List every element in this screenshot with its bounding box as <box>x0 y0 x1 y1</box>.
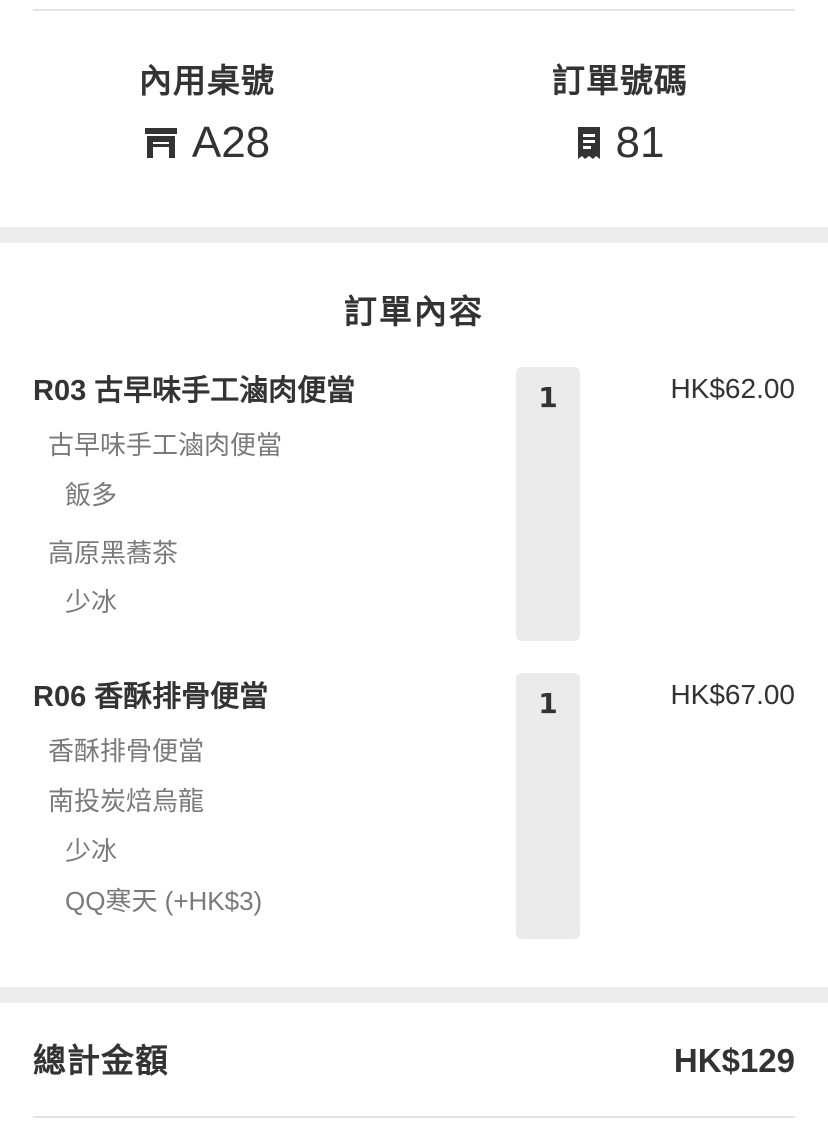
total-row: 總計金額 HK$129 <box>0 1003 828 1117</box>
order-item[interactable]: R06 香酥排骨便當 1 HK$67.00 香酥排骨便當 南投炭焙烏龍 少冰 Q… <box>0 673 828 939</box>
table-number-label: 內用桌號 <box>139 61 275 100</box>
quantity-box: 1 <box>516 673 580 939</box>
item-price: HK$67.00 <box>670 679 795 710</box>
quantity-box: 1 <box>516 367 580 641</box>
item-quantity: 1 <box>538 687 558 720</box>
item-option: 南投炭焙烏龍 <box>48 786 205 816</box>
item-option: 高原黑蕎茶 <box>48 538 179 568</box>
table-number: A28 <box>191 118 271 167</box>
section-separator <box>0 987 828 1003</box>
item-option: 少冰 <box>65 836 118 866</box>
section-separator <box>0 227 828 243</box>
order-number-label: 訂單號碼 <box>552 61 688 100</box>
table-icon <box>144 128 178 158</box>
item-option: 古早味手工滷肉便當 <box>48 430 283 460</box>
order-info-header: 內用桌號 A28 訂單號碼 81 <box>0 11 828 227</box>
total-amount: HK$129 <box>673 1042 795 1079</box>
item-option: 少冰 <box>65 587 118 617</box>
item-option: QQ寒天 (+HK$3) <box>65 886 263 916</box>
item-name: R03 古早味手工滷肉便當 <box>33 375 356 407</box>
bottom-divider <box>33 1116 795 1118</box>
item-price: HK$62.00 <box>670 373 795 404</box>
order-number-value-row: 81 <box>470 119 770 167</box>
item-quantity: 1 <box>538 381 558 414</box>
table-number-block: 內用桌號 A28 <box>57 61 357 167</box>
order-number-block: 訂單號碼 81 <box>470 61 770 167</box>
item-option: 飯多 <box>65 480 118 510</box>
total-label: 總計金額 <box>33 1041 169 1080</box>
order-number: 81 <box>615 118 665 167</box>
order-contents-title: 訂單內容 <box>344 292 484 331</box>
item-name: R06 香酥排骨便當 <box>33 681 269 713</box>
table-number-value-row: A28 <box>57 119 357 167</box>
item-option: 香酥排骨便當 <box>48 736 205 766</box>
order-item[interactable]: R03 古早味手工滷肉便當 1 HK$62.00 古早味手工滷肉便當 飯多 高原… <box>0 367 828 641</box>
receipt-icon <box>576 127 602 159</box>
